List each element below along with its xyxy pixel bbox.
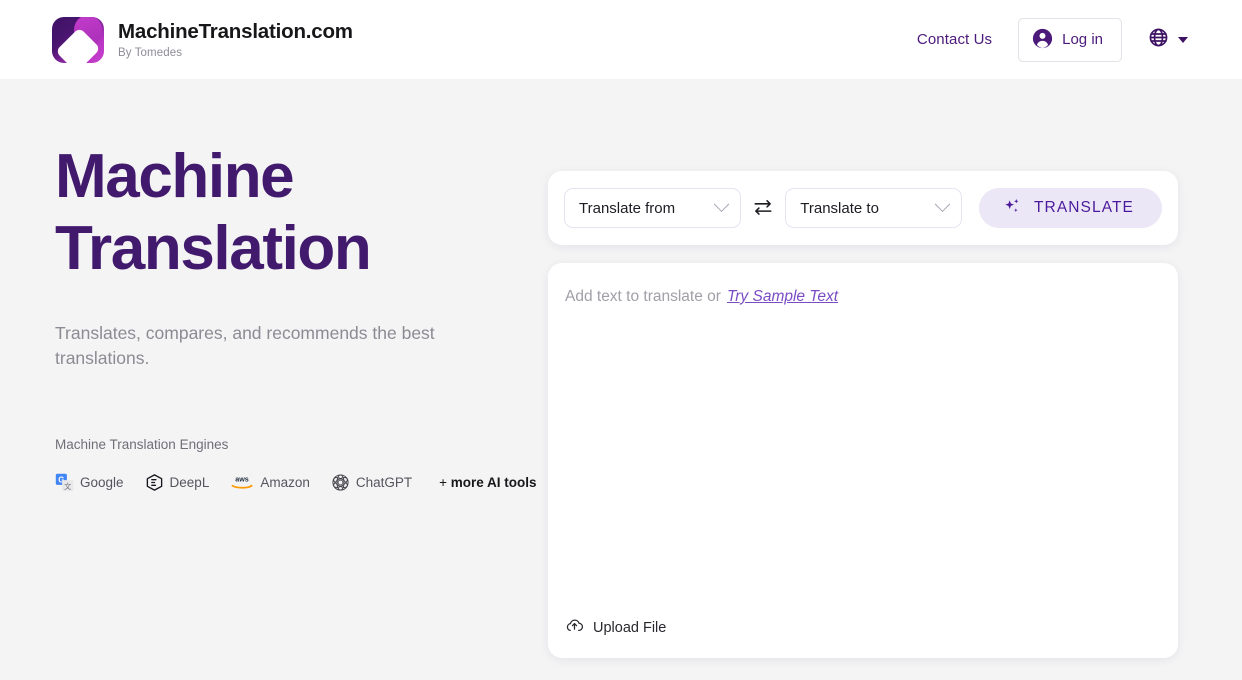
target-language-value: Translate to — [800, 199, 879, 217]
swap-languages-button[interactable] — [741, 197, 786, 220]
hero-subtitle: Translates, compares, and recommends the… — [55, 323, 435, 368]
engine-label-chatgpt: ChatGPT — [355, 475, 413, 490]
page-title: Machine Translation — [55, 142, 372, 283]
upload-file-button[interactable]: Upload File — [565, 616, 666, 640]
try-sample-text-link[interactable]: Try Sample Text — [727, 288, 838, 305]
contact-us-link[interactable]: Contact Us — [917, 31, 992, 48]
engine-item-deepl[interactable]: DeepL — [145, 473, 210, 492]
engine-label-google: Google — [80, 475, 124, 490]
hero-section: Machine Translation Translates, compares… — [0, 79, 548, 680]
openai-icon — [331, 473, 350, 492]
swap-horizontal-icon — [752, 197, 774, 220]
chevron-down-icon — [1178, 36, 1188, 43]
translate-button-label: TRANSLATE — [1033, 199, 1134, 216]
machine-translation-logo-icon — [52, 16, 104, 63]
engines-list: G 文 Google DeepL aws Amazon ChatGPT + mo… — [55, 473, 548, 492]
upload-file-label: Upload File — [593, 620, 667, 636]
source-language-value: Translate from — [579, 199, 676, 217]
target-language-select[interactable]: Translate to — [785, 188, 962, 228]
brand-text: MachineTranslation.com By Tomedes — [118, 20, 353, 59]
engine-label-amazon: Amazon — [260, 475, 310, 490]
language-selector[interactable] — [1148, 27, 1188, 53]
brand-logo-group[interactable]: MachineTranslation.com By Tomedes — [52, 16, 353, 63]
globe-icon — [1148, 27, 1169, 53]
engines-label: Machine Translation Engines — [55, 437, 229, 452]
more-tools-prefix: + — [439, 475, 451, 490]
language-toolbar: Translate from Translate to TRANSLATE — [548, 171, 1178, 245]
more-tools-label: more AI tools — [450, 475, 537, 490]
chevron-down-icon — [934, 195, 951, 212]
header-actions: Contact Us Log in — [917, 17, 1188, 62]
language-toolbar-card: Translate from Translate to TRANSLATE — [548, 171, 1178, 245]
engine-label-deepl: DeepL — [169, 475, 210, 490]
more-ai-tools-link[interactable]: + more AI tools — [439, 475, 536, 490]
brand-subtitle: By Tomedes — [118, 46, 183, 59]
engine-item-chatgpt[interactable]: ChatGPT — [331, 473, 412, 492]
editor-placeholder-text: Add text to translate or — [565, 288, 721, 305]
svg-text:文: 文 — [64, 482, 71, 491]
login-button[interactable]: Log in — [1018, 17, 1122, 62]
translator-panel: Translate from Translate to TRANSLATE Ad… — [548, 79, 1178, 680]
translate-button[interactable]: TRANSLATE — [978, 188, 1162, 228]
account-circle-icon — [1032, 28, 1053, 52]
site-header: MachineTranslation.com By Tomedes Contac… — [0, 0, 1242, 79]
google-translate-icon: G 文 — [55, 473, 74, 492]
engine-item-amazon[interactable]: aws Amazon — [230, 473, 310, 492]
brand-title: MachineTranslation.com — [118, 20, 353, 44]
source-language-select[interactable]: Translate from — [564, 188, 741, 228]
deepl-icon — [145, 473, 164, 492]
cloud-upload-icon — [565, 616, 584, 640]
translation-editor-card: Add text to translate or Try Sample Text … — [548, 263, 1178, 658]
sparkles-icon — [1003, 197, 1022, 219]
login-button-label: Log in — [1062, 31, 1103, 48]
editor-placeholder[interactable]: Add text to translate or Try Sample Text — [548, 263, 1178, 306]
chevron-down-icon — [713, 195, 729, 212]
svg-text:aws: aws — [236, 475, 250, 484]
page-body: Machine Translation Translates, compares… — [0, 79, 1242, 680]
engine-item-google[interactable]: G 文 Google — [55, 473, 124, 492]
aws-icon: aws — [230, 473, 254, 492]
